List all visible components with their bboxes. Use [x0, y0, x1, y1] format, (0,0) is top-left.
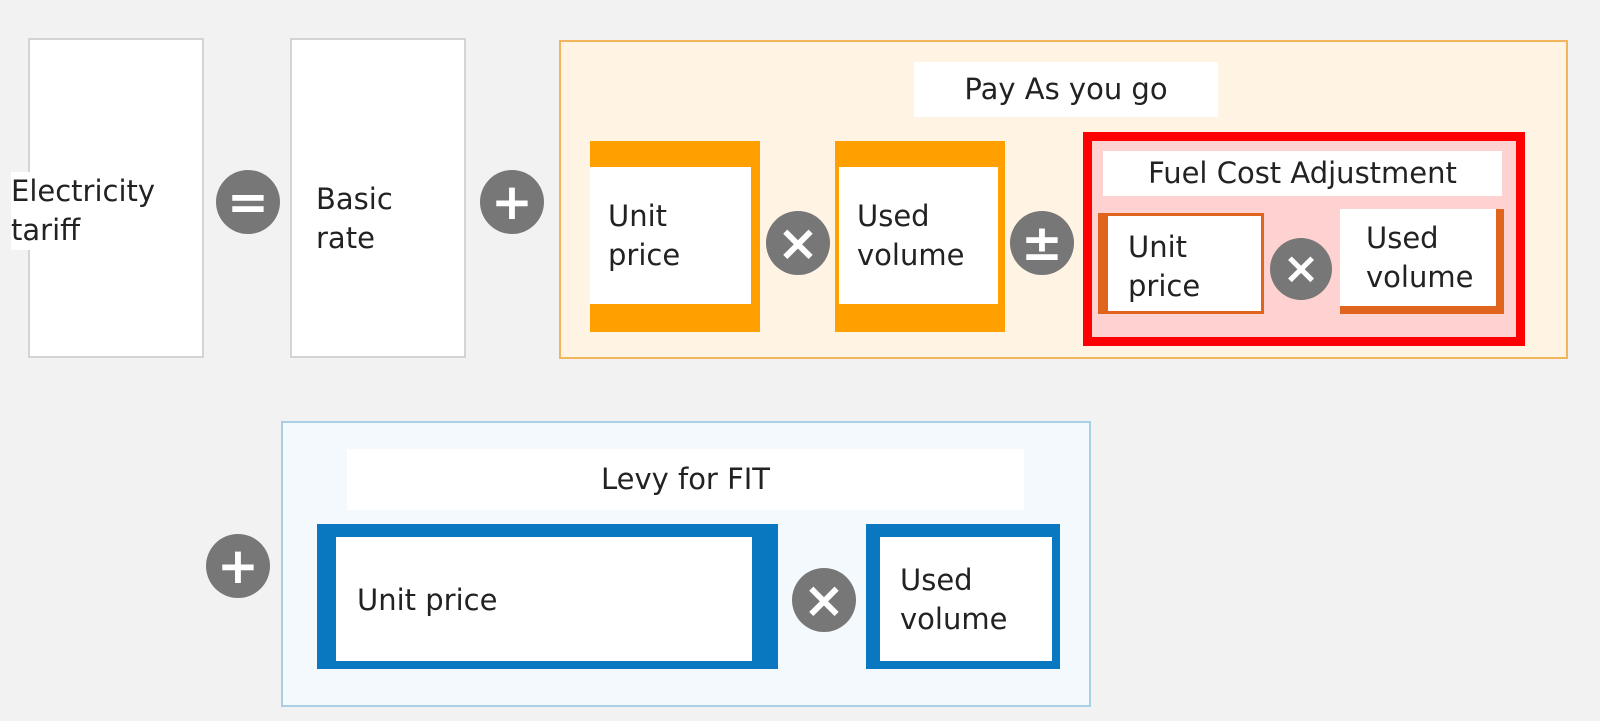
levy-times-operator-icon: ×: [792, 568, 856, 632]
pay-unit-price-label: Unit price: [590, 167, 751, 304]
fuel-times-operator-icon: ×: [1270, 238, 1332, 300]
plus-minus-operator-icon: ±: [1010, 211, 1074, 275]
fuel-cost-adjustment-title: Fuel Cost Adjustment: [1103, 151, 1502, 196]
levy-unit-price-label: Unit price: [336, 537, 752, 661]
electricity-tariff-label: Electricity tariff: [11, 172, 191, 250]
pay-used-volume-label: Used volume: [839, 167, 998, 304]
levy-plus-operator-icon: +: [206, 534, 270, 598]
fuel-unit-price-label: Unit price: [1128, 230, 1201, 303]
equals-operator-icon: =: [216, 170, 280, 234]
times-operator-icon: ×: [766, 211, 830, 275]
levy-used-volume-label: Used volume: [880, 537, 1052, 661]
basic-rate-label: Basic rate: [316, 182, 393, 255]
fuel-used-volume-label: Used volume: [1366, 221, 1474, 294]
pay-as-you-go-title: Pay As you go: [914, 62, 1218, 117]
levy-title: Levy for FIT: [347, 449, 1024, 510]
plus-operator-icon: +: [480, 170, 544, 234]
